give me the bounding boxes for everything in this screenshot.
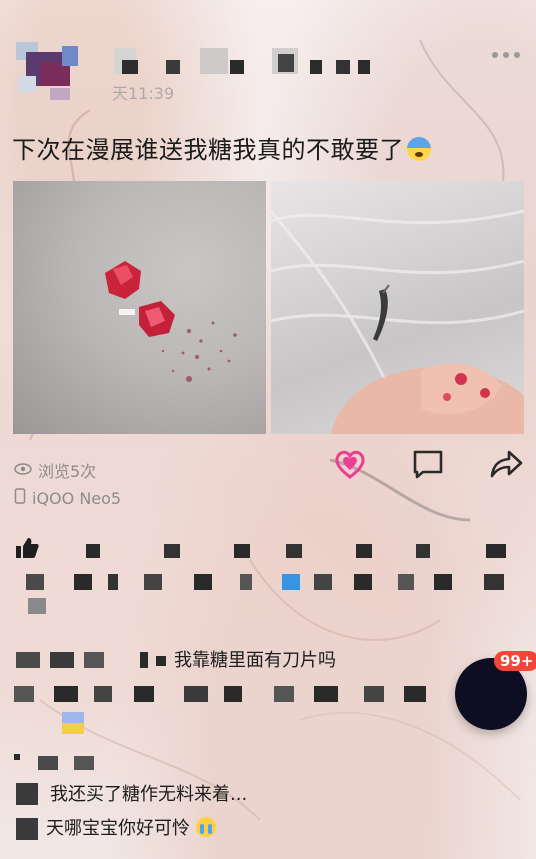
heart-icon [332,448,368,484]
comment-reply-blurred [14,684,454,704]
commenter-avatar-1[interactable] [16,783,38,805]
post-text-content: 下次在漫展谁送我糖我真的不敢要了 [12,136,404,164]
comment-author-blurred-2 [14,752,124,772]
comment-2-text: 我还买了糖作无料来着... [50,784,248,805]
comment-icon [411,448,445,484]
notification-badge: 99+ [494,651,536,671]
comment-1-text: 我靠糖里面有刀片吗 [174,650,336,671]
share-button[interactable] [486,446,526,486]
like-button[interactable] [330,446,370,486]
comment-author-blurred-1 [14,650,166,670]
comment-3: 天哪宝宝你好可怜 [46,814,216,840]
likes-blurred [46,538,526,558]
comment-3-text: 天哪宝宝你好可怜 [46,818,190,839]
crushed-candy-illustration [105,261,237,382]
view-count: 浏览5次 [14,458,96,482]
share-icon [489,448,523,484]
thumb-up-icon [14,536,40,564]
post-image-2[interactable] [271,181,524,434]
device-info: iQOO Neo5 [14,488,121,508]
more-options-icon[interactable] [492,52,520,58]
phone-icon [14,488,26,508]
device-text: iQOO Neo5 [32,488,122,508]
emoji-blurred [62,712,84,734]
username-blurred[interactable] [96,42,381,80]
post-text: 下次在漫展谁送我糖我真的不敢要了 [12,130,431,165]
comment-button[interactable] [408,446,448,486]
fearful-face-icon [407,137,431,161]
post-time: 天11:39 [112,84,175,103]
likes-blurred-3 [28,598,46,614]
view-count-text: 浏览5次 [38,462,97,481]
post-image-1[interactable] [13,181,266,434]
avatar[interactable] [10,36,82,106]
likes-blurred-2 [14,570,524,590]
commenter-avatar-2[interactable] [16,818,38,840]
crying-face-icon [195,817,216,837]
eye-icon [14,461,32,480]
blade-illustration [271,209,524,434]
